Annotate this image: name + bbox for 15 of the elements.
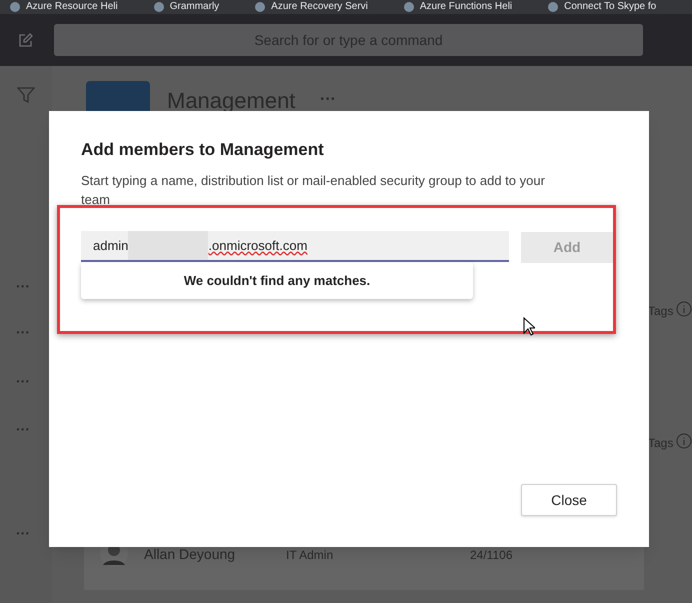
bookmark-link[interactable]: Azure Functions Heli: [420, 1, 512, 13]
bookmark-link[interactable]: Connect To Skype fo: [564, 1, 656, 13]
close-button[interactable]: Close: [521, 484, 617, 516]
bookmark-link[interactable]: Azure Resource Heli: [26, 1, 118, 13]
no-matches-message: We couldn't find any matches.: [184, 272, 370, 290]
dialog-description: Start typing a name, distribution list or mail-enabled security group to add to your team: [81, 172, 546, 209]
bookmark-link[interactable]: Grammarly: [170, 1, 220, 13]
bookmark-link[interactable]: Azure Recovery Servi: [271, 1, 368, 13]
input-value: admin: [93, 236, 128, 255]
member-input[interactable]: admin .onmicrosoft.com: [81, 231, 509, 262]
dialog-title: Add members to Management: [81, 139, 325, 161]
input-value: .onmicrosoft.com: [208, 236, 308, 255]
member-name: Allan Deyoung: [144, 545, 236, 564]
member-location: 24/1106: [470, 547, 512, 564]
member-title: IT Admin: [286, 547, 334, 564]
